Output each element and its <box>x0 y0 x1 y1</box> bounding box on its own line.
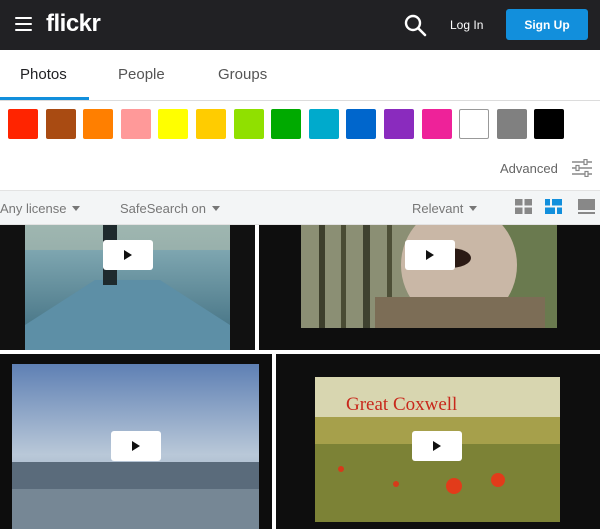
advanced-link[interactable]: Advanced <box>500 161 558 176</box>
play-button[interactable] <box>103 240 153 270</box>
chevron-down-icon <box>469 206 478 211</box>
play-button[interactable] <box>412 431 462 461</box>
color-swatch[interactable] <box>346 109 377 139</box>
color-swatch[interactable] <box>421 109 452 139</box>
license-label: Any license <box>0 201 67 216</box>
justified-view-icon[interactable] <box>545 199 562 214</box>
sort-label: Relevant <box>412 201 464 216</box>
video-title-overlay: Great Coxwell <box>346 394 458 415</box>
play-button[interactable] <box>111 431 161 461</box>
sliders-icon[interactable] <box>571 159 593 177</box>
color-swatch[interactable] <box>534 109 565 139</box>
color-swatch[interactable] <box>8 109 38 139</box>
color-swatch[interactable] <box>196 109 226 139</box>
color-swatch[interactable] <box>496 109 527 139</box>
login-link[interactable]: Log In <box>450 18 483 32</box>
safesearch-dropdown[interactable]: SafeSearch on <box>120 201 221 216</box>
color-swatch[interactable] <box>233 109 264 139</box>
search-icon[interactable] <box>403 13 427 37</box>
top-bar: flickr Log In Sign Up <box>0 0 600 50</box>
color-swatch[interactable] <box>120 109 151 139</box>
video-tile[interactable] <box>0 354 272 529</box>
tab-people[interactable]: People <box>118 66 165 83</box>
video-tile[interactable] <box>0 225 255 350</box>
license-dropdown[interactable]: Any license <box>0 201 81 216</box>
filter-bar: Any license SafeSearch on Relevant <box>0 190 600 225</box>
sort-dropdown[interactable]: Relevant <box>412 201 478 216</box>
color-swatch[interactable] <box>308 109 339 139</box>
video-tile[interactable] <box>259 225 600 350</box>
tab-groups[interactable]: Groups <box>218 66 267 83</box>
search-tabs: Photos People Groups <box>0 50 600 101</box>
video-tile[interactable]: Great Coxwell <box>276 354 600 529</box>
play-button[interactable] <box>405 240 455 270</box>
safesearch-label: SafeSearch on <box>120 201 207 216</box>
color-swatch[interactable] <box>83 109 114 139</box>
chevron-down-icon <box>72 206 81 211</box>
tab-photos[interactable]: Photos <box>20 66 67 83</box>
color-swatch[interactable] <box>271 109 302 139</box>
grid-small-view-icon[interactable] <box>515 199 532 214</box>
color-swatch[interactable] <box>459 109 490 139</box>
large-view-icon[interactable] <box>578 199 595 214</box>
chevron-down-icon <box>212 206 221 211</box>
color-swatch[interactable] <box>45 109 76 139</box>
hamburger-menu-icon[interactable] <box>15 17 32 31</box>
signup-button[interactable]: Sign Up <box>506 9 588 40</box>
flickr-logo[interactable]: flickr <box>46 10 101 38</box>
color-swatch[interactable] <box>158 109 189 139</box>
active-tab-indicator <box>0 97 89 100</box>
color-swatch[interactable] <box>384 109 414 139</box>
